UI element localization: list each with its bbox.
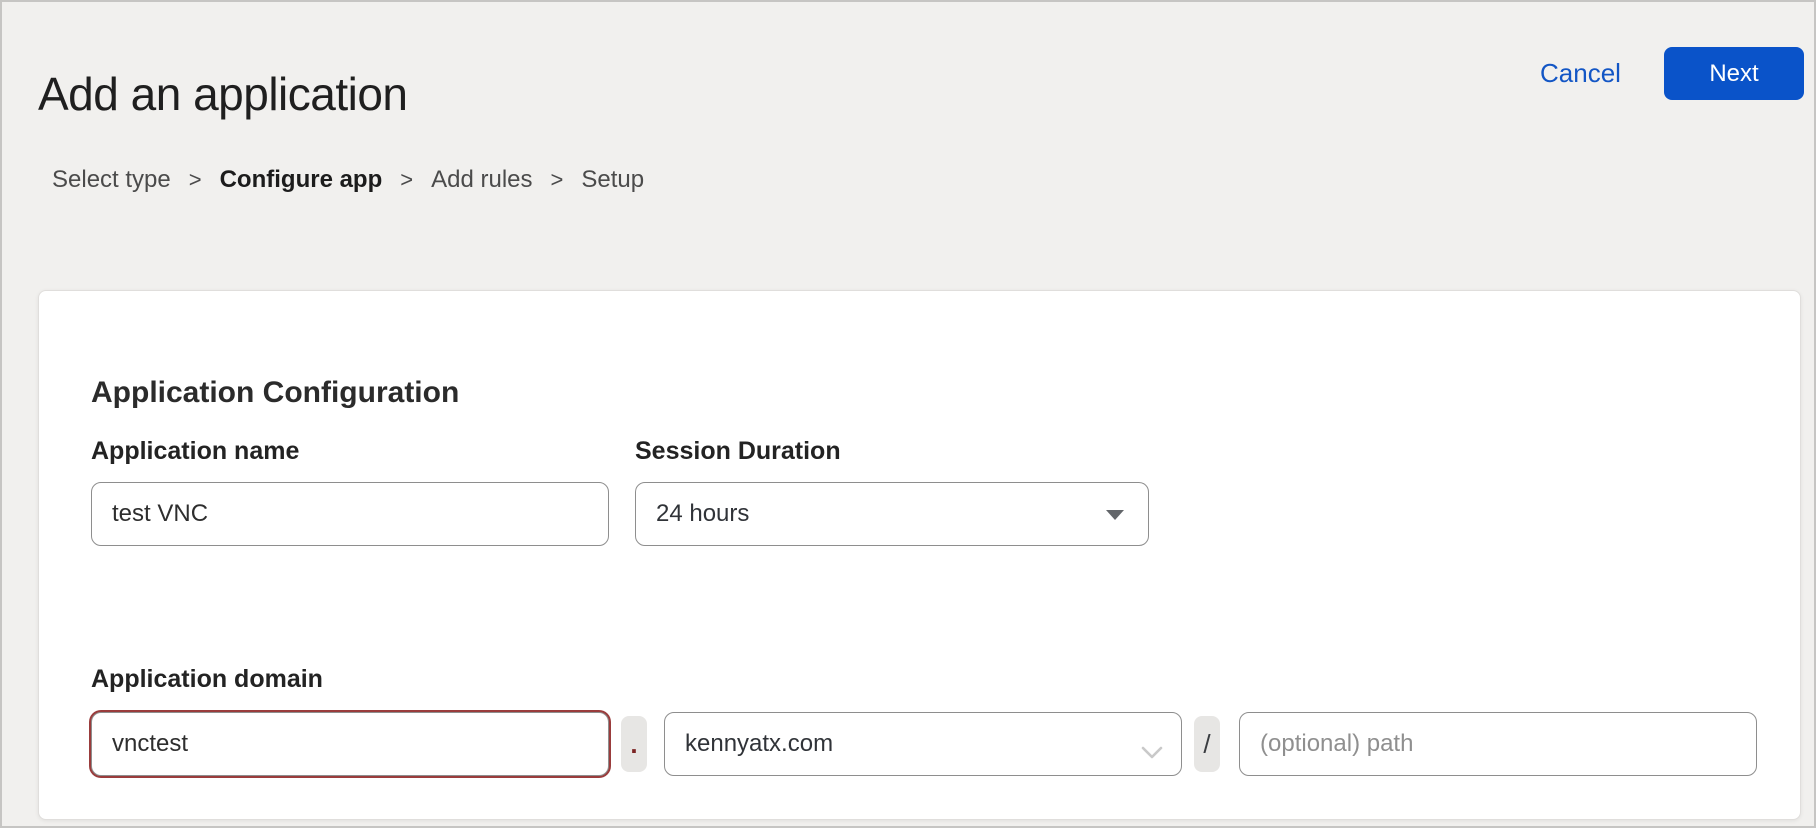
step-setup[interactable]: Setup (581, 166, 644, 194)
path-input[interactable] (1239, 712, 1757, 776)
chevron-down-icon (1106, 510, 1124, 520)
breadcrumb: Select type > Configure app > Add rules … (52, 166, 644, 194)
domain-select[interactable]: kennyatx.com (664, 712, 1182, 776)
chevron-down-icon (1141, 738, 1163, 766)
next-button[interactable]: Next (1664, 47, 1804, 100)
session-duration-value: 24 hours (656, 500, 749, 528)
subdomain-input[interactable] (91, 712, 609, 776)
dot-separator: . (621, 716, 647, 772)
application-domain-label: Application domain (91, 665, 323, 694)
breadcrumb-separator: > (551, 167, 564, 193)
breadcrumb-separator: > (400, 167, 413, 193)
section-title: Application Configuration (91, 376, 459, 410)
session-duration-select[interactable]: 24 hours (635, 482, 1149, 546)
session-duration-label: Session Duration (635, 437, 841, 466)
application-name-label: Application name (91, 437, 299, 466)
page-title: Add an application (38, 67, 408, 121)
step-add-rules[interactable]: Add rules (431, 166, 532, 194)
application-name-input[interactable] (91, 482, 609, 546)
breadcrumb-separator: > (189, 167, 202, 193)
domain-select-value: kennyatx.com (685, 730, 833, 758)
slash-separator: / (1194, 716, 1220, 772)
cancel-button[interactable]: Cancel (1540, 58, 1621, 89)
step-configure-app[interactable]: Configure app (220, 166, 383, 194)
application-configuration-card: Application Configuration Application na… (38, 290, 1801, 820)
step-select-type[interactable]: Select type (52, 166, 171, 194)
